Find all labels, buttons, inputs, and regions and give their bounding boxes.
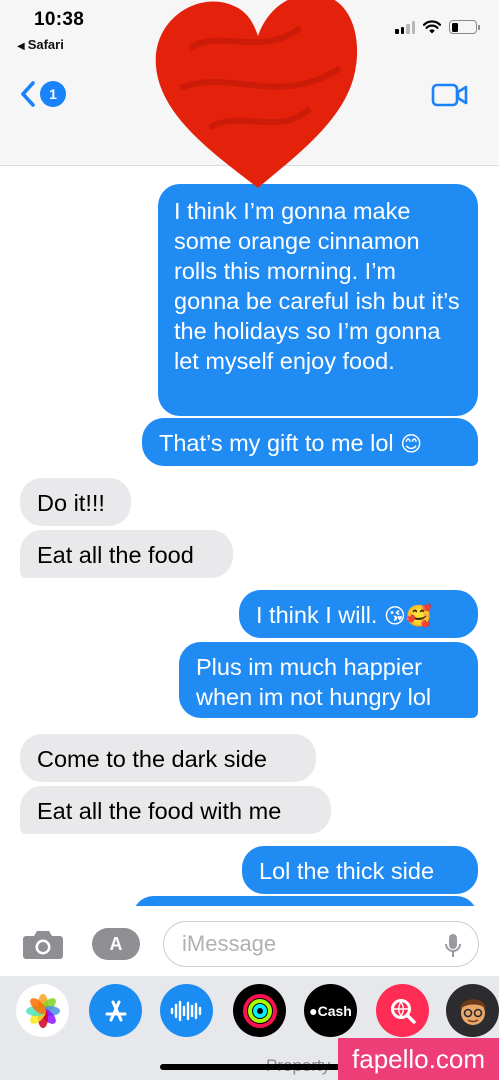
chevron-left-icon	[21, 81, 35, 107]
message-text: I think I’m gonna make some orange cinna…	[174, 198, 460, 374]
sent-message-bubble[interactable]: That’s my gift to me lol 😊	[142, 418, 478, 466]
cellular-signal-icon	[395, 20, 415, 34]
message-text: Eat all the food	[37, 542, 194, 568]
red-heart-scribble	[155, 0, 357, 188]
memoji-app-button[interactable]	[446, 984, 499, 1037]
message-placeholder: iMessage	[182, 931, 277, 956]
back-app-label: Safari	[27, 37, 64, 52]
image-search-icon	[390, 998, 416, 1024]
camera-icon	[23, 931, 63, 959]
battery-icon	[449, 20, 480, 34]
message-text: I think I will.	[256, 602, 378, 628]
microphone-icon[interactable]	[444, 932, 462, 960]
app-store-app-button[interactable]	[89, 984, 142, 1037]
received-message-bubble[interactable]: Come to the dark side	[20, 734, 316, 782]
memoji-icon	[459, 998, 486, 1025]
apple-cash-icon: ●Cash	[309, 1002, 352, 1019]
message-text: Eat all the food with me	[37, 798, 282, 824]
partial-message-bubble[interactable]	[132, 896, 478, 906]
apple-cash-app-button[interactable]: ●Cash	[304, 984, 357, 1037]
message-thread[interactable]: I think I’m gonna make some orange cinna…	[0, 166, 499, 906]
sent-message-bubble[interactable]: Lol the thick side	[242, 846, 478, 894]
camera-button[interactable]	[22, 928, 64, 965]
message-text: Plus im much happier when im not hungry …	[196, 654, 432, 710]
message-input[interactable]: iMessage	[163, 921, 479, 967]
audio-message-app-button[interactable]	[160, 984, 213, 1037]
app-store-icon: A	[109, 933, 123, 954]
sent-message-bubble[interactable]: I think I’m gonna make some orange cinna…	[158, 184, 478, 416]
app-store-icon	[105, 1000, 126, 1021]
watermark: fapello.com	[338, 1038, 499, 1080]
back-button[interactable]: 1	[20, 80, 66, 108]
audio-message-icon	[170, 1000, 201, 1021]
apple-cash-label: Cash	[317, 1002, 352, 1019]
back-triangle-icon: ◀	[17, 41, 25, 52]
app-store-button[interactable]: A	[92, 928, 140, 960]
kiss-love-emoji: 😘🥰	[383, 604, 433, 628]
facetime-video-button[interactable]	[431, 82, 469, 113]
sent-message-bubble[interactable]: I think I will. 😘🥰	[239, 590, 478, 638]
received-message-bubble[interactable]: Eat all the food	[20, 530, 233, 578]
back-to-app-link[interactable]: ◀ Safari	[17, 37, 64, 52]
message-text: Come to the dark side	[37, 746, 267, 772]
video-camera-icon	[431, 83, 468, 107]
received-message-bubble[interactable]: Do it!!!	[20, 478, 131, 526]
message-text: That’s my gift to me lol	[159, 430, 394, 456]
status-icons	[395, 20, 480, 34]
message-text: Lol the thick side	[259, 858, 435, 884]
status-time: 10:38	[34, 9, 85, 30]
activity-icon	[242, 993, 277, 1028]
wifi-icon	[423, 20, 441, 34]
message-text: Do it!!!	[37, 490, 105, 516]
compose-bar: A iMessage	[0, 906, 499, 976]
activity-app-button[interactable]	[233, 984, 286, 1037]
smile-emoji: 😊	[400, 432, 423, 456]
unread-badge: 1	[40, 81, 66, 107]
image-search-app-button[interactable]	[376, 984, 429, 1037]
photos-app-button[interactable]	[16, 984, 69, 1037]
photos-icon	[25, 993, 60, 1028]
received-message-bubble[interactable]: Eat all the food with me	[20, 786, 331, 834]
sent-message-bubble[interactable]: Plus im much happier when im not hungry …	[179, 642, 478, 718]
home-indicator[interactable]	[160, 1064, 340, 1070]
